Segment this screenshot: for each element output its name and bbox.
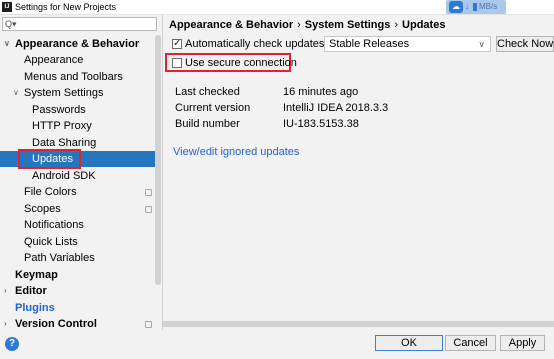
update-channel-dropdown[interactable]: Stable Releases ∨ [324, 36, 491, 52]
breadcrumb-item: Updates [402, 19, 446, 31]
chevron-down-icon: ∨ [13, 88, 19, 97]
current-version-value: IntelliJ IDEA 2018.3.3 [283, 102, 389, 114]
update-channel-value: Stable Releases [329, 38, 410, 50]
tree-item-keymap[interactable]: Keymap [0, 267, 155, 283]
project-copy-icon [145, 206, 152, 213]
download-arrow-icon: ↓ [465, 2, 469, 11]
tree-item-label: System Settings [24, 87, 104, 99]
current-version-label: Current version [175, 102, 251, 114]
build-number-label: Build number [175, 118, 240, 130]
chevron-right-icon: › [4, 286, 7, 295]
tree-item-label: Appearance & Behavior [15, 38, 140, 50]
settings-search[interactable]: Q▾ [2, 17, 157, 31]
tree-item-version-control[interactable]: › Version Control [0, 316, 155, 330]
project-copy-icon [145, 189, 152, 196]
ok-button[interactable]: OK [375, 335, 443, 351]
settings-tree-sidebar: Q▾ ∨ Appearance & Behavior Appearance Me… [0, 15, 163, 330]
check-now-button[interactable]: Check Now [496, 36, 554, 52]
highlight-box-updates [18, 149, 81, 169]
dialog-footer: ? OK Cancel Apply [0, 330, 554, 359]
tree-item-notifications[interactable]: Notifications [0, 217, 155, 233]
help-icon[interactable]: ? [5, 337, 19, 351]
tree-item-quick-lists[interactable]: Quick Lists [0, 234, 155, 250]
settings-content-panel: Appearance & Behavior › System Settings › Up… [163, 15, 554, 330]
tree-item-label: Appearance [24, 54, 84, 66]
tree-item-scopes[interactable]: Scopes [0, 201, 155, 217]
tree-item-label: Menus and Toolbars [24, 71, 123, 83]
cancel-button[interactable]: Cancel [445, 335, 496, 351]
sidebar-scrollbar[interactable] [155, 35, 161, 285]
build-number-value: IU-183.5153.38 [283, 118, 359, 130]
tree-item-label: Keymap [15, 269, 58, 281]
tree-item-editor[interactable]: › Editor [0, 283, 155, 299]
tree-item-label: Notifications [24, 219, 84, 231]
secure-connection-label: Use secure connection [185, 57, 297, 69]
breadcrumb-item: Appearance & Behavior [169, 19, 294, 31]
tree-item-passwords[interactable]: Passwords [0, 102, 155, 118]
last-checked-label: Last checked [175, 86, 240, 98]
chevron-right-icon: › [4, 319, 7, 328]
speed-bar-icon [473, 3, 477, 11]
tree-item-http-proxy[interactable]: HTTP Proxy [0, 118, 155, 134]
auto-check-updates-label: Automatically check updates for [185, 38, 341, 50]
tree-item-label: HTTP Proxy [32, 120, 92, 132]
search-icon: Q▾ [5, 19, 17, 29]
tree-item-android-sdk[interactable]: Android SDK [0, 168, 155, 184]
intellij-idea-icon: IJ [2, 2, 12, 12]
last-checked-value: 16 minutes ago [283, 86, 359, 98]
breadcrumb-item: System Settings [304, 19, 391, 31]
project-copy-icon [145, 321, 152, 328]
network-speed-widget: ☁ ↓ MB/s [446, 0, 506, 14]
cloud-icon: ☁ [449, 1, 463, 13]
tree-item-label: Android SDK [32, 170, 96, 182]
title-bar: IJ Settings for New Projects ☁ ↓ MB/s [0, 0, 554, 15]
auto-check-updates-checkbox[interactable] [172, 37, 182, 51]
breadcrumb: Appearance & Behavior › System Settings › Up… [169, 18, 445, 32]
tree-item-label: Passwords [32, 104, 86, 116]
tree-item-plugins[interactable]: Plugins [0, 300, 155, 316]
tree-item-label: Quick Lists [24, 236, 78, 248]
content-horizontal-scrollbar[interactable] [163, 321, 554, 327]
window-title: Settings for New Projects [15, 2, 117, 12]
secure-connection-checkbox[interactable] [172, 58, 182, 68]
tree-item-appearance[interactable]: Appearance [0, 52, 155, 68]
tree-item-label: Plugins [15, 302, 55, 314]
tree-item-label: Editor [15, 285, 47, 297]
tree-item-appearance-behavior[interactable]: ∨ Appearance & Behavior [0, 36, 155, 52]
breadcrumb-separator: › [297, 19, 301, 31]
network-speed-unit: MB/s [479, 2, 498, 11]
chevron-down-icon: ∨ [478, 39, 485, 49]
tree-item-label: Version Control [15, 318, 97, 330]
tree-item-menus-toolbars[interactable]: Menus and Toolbars [0, 69, 155, 85]
settings-search-input[interactable] [17, 18, 152, 30]
tree-item-file-colors[interactable]: File Colors [0, 184, 155, 200]
view-ignored-updates-link[interactable]: View/edit ignored updates [173, 145, 299, 159]
tree-item-path-variables[interactable]: Path Variables [0, 250, 155, 266]
breadcrumb-separator: › [394, 19, 399, 31]
tree-item-label: Scopes [24, 203, 61, 215]
tree-item-system-settings[interactable]: ∨ System Settings [0, 85, 155, 101]
tree-item-label: Path Variables [24, 252, 95, 264]
apply-button[interactable]: Apply [500, 335, 545, 351]
tree-item-label: File Colors [24, 186, 77, 198]
chevron-down-icon: ∨ [4, 39, 10, 48]
